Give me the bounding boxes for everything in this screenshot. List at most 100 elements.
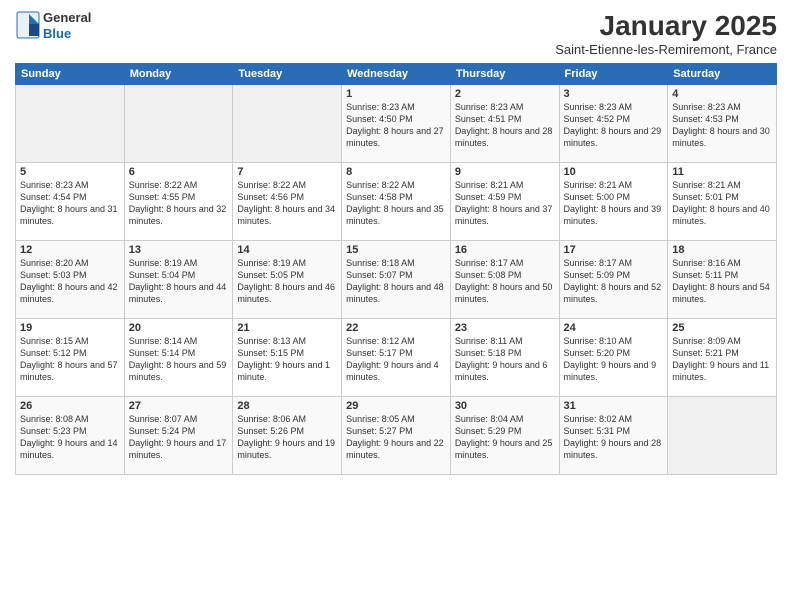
weekday-header-friday: Friday xyxy=(559,64,668,85)
day-number: 31 xyxy=(564,400,664,412)
day-number: 29 xyxy=(346,400,446,412)
calendar-cell: 5Sunrise: 8:23 AMSunset: 4:54 PMDaylight… xyxy=(16,163,125,241)
calendar-cell: 20Sunrise: 8:14 AMSunset: 5:14 PMDayligh… xyxy=(124,319,233,397)
calendar-week-1: 1Sunrise: 8:23 AMSunset: 4:50 PMDaylight… xyxy=(16,85,777,163)
day-info: Sunrise: 8:09 AMSunset: 5:21 PMDaylight:… xyxy=(672,335,772,384)
day-number: 14 xyxy=(237,244,337,256)
day-info: Sunrise: 8:21 AMSunset: 5:01 PMDaylight:… xyxy=(672,179,772,228)
calendar-cell: 13Sunrise: 8:19 AMSunset: 5:04 PMDayligh… xyxy=(124,241,233,319)
calendar-cell: 23Sunrise: 8:11 AMSunset: 5:18 PMDayligh… xyxy=(450,319,559,397)
calendar-cell: 19Sunrise: 8:15 AMSunset: 5:12 PMDayligh… xyxy=(16,319,125,397)
calendar-cell: 15Sunrise: 8:18 AMSunset: 5:07 PMDayligh… xyxy=(342,241,451,319)
day-number: 26 xyxy=(20,400,120,412)
location-title: Saint-Etienne-les-Remiremont, France xyxy=(555,42,777,57)
day-number: 6 xyxy=(129,166,229,178)
day-info: Sunrise: 8:19 AMSunset: 5:04 PMDaylight:… xyxy=(129,257,229,306)
calendar-cell: 28Sunrise: 8:06 AMSunset: 5:26 PMDayligh… xyxy=(233,397,342,475)
calendar-header-row: SundayMondayTuesdayWednesdayThursdayFrid… xyxy=(16,64,777,85)
calendar-cell: 4Sunrise: 8:23 AMSunset: 4:53 PMDaylight… xyxy=(668,85,777,163)
day-number: 18 xyxy=(672,244,772,256)
day-info: Sunrise: 8:21 AMSunset: 5:00 PMDaylight:… xyxy=(564,179,664,228)
day-number: 15 xyxy=(346,244,446,256)
calendar-cell: 8Sunrise: 8:22 AMSunset: 4:58 PMDaylight… xyxy=(342,163,451,241)
weekday-header-wednesday: Wednesday xyxy=(342,64,451,85)
calendar-week-5: 26Sunrise: 8:08 AMSunset: 5:23 PMDayligh… xyxy=(16,397,777,475)
calendar-cell: 11Sunrise: 8:21 AMSunset: 5:01 PMDayligh… xyxy=(668,163,777,241)
day-number: 27 xyxy=(129,400,229,412)
day-number: 28 xyxy=(237,400,337,412)
calendar-cell: 24Sunrise: 8:10 AMSunset: 5:20 PMDayligh… xyxy=(559,319,668,397)
calendar-cell: 14Sunrise: 8:19 AMSunset: 5:05 PMDayligh… xyxy=(233,241,342,319)
calendar-cell xyxy=(124,85,233,163)
day-number: 1 xyxy=(346,88,446,100)
month-title: January 2025 xyxy=(555,10,777,42)
calendar-cell: 12Sunrise: 8:20 AMSunset: 5:03 PMDayligh… xyxy=(16,241,125,319)
calendar-cell: 30Sunrise: 8:04 AMSunset: 5:29 PMDayligh… xyxy=(450,397,559,475)
day-info: Sunrise: 8:07 AMSunset: 5:24 PMDaylight:… xyxy=(129,413,229,462)
day-number: 23 xyxy=(455,322,555,334)
calendar-table: SundayMondayTuesdayWednesdayThursdayFrid… xyxy=(15,63,777,475)
calendar-cell: 1Sunrise: 8:23 AMSunset: 4:50 PMDaylight… xyxy=(342,85,451,163)
title-block: January 2025 Saint-Etienne-les-Remiremon… xyxy=(555,10,777,57)
calendar-cell: 2Sunrise: 8:23 AMSunset: 4:51 PMDaylight… xyxy=(450,85,559,163)
day-number: 22 xyxy=(346,322,446,334)
day-info: Sunrise: 8:02 AMSunset: 5:31 PMDaylight:… xyxy=(564,413,664,462)
day-info: Sunrise: 8:12 AMSunset: 5:17 PMDaylight:… xyxy=(346,335,446,384)
day-number: 3 xyxy=(564,88,664,100)
calendar-week-2: 5Sunrise: 8:23 AMSunset: 4:54 PMDaylight… xyxy=(16,163,777,241)
day-number: 24 xyxy=(564,322,664,334)
day-info: Sunrise: 8:04 AMSunset: 5:29 PMDaylight:… xyxy=(455,413,555,462)
day-info: Sunrise: 8:23 AMSunset: 4:52 PMDaylight:… xyxy=(564,101,664,150)
day-info: Sunrise: 8:17 AMSunset: 5:08 PMDaylight:… xyxy=(455,257,555,306)
weekday-header-thursday: Thursday xyxy=(450,64,559,85)
day-info: Sunrise: 8:14 AMSunset: 5:14 PMDaylight:… xyxy=(129,335,229,384)
calendar-cell: 18Sunrise: 8:16 AMSunset: 5:11 PMDayligh… xyxy=(668,241,777,319)
day-info: Sunrise: 8:22 AMSunset: 4:56 PMDaylight:… xyxy=(237,179,337,228)
calendar-cell: 16Sunrise: 8:17 AMSunset: 5:08 PMDayligh… xyxy=(450,241,559,319)
weekday-header-sunday: Sunday xyxy=(16,64,125,85)
calendar-cell: 27Sunrise: 8:07 AMSunset: 5:24 PMDayligh… xyxy=(124,397,233,475)
day-info: Sunrise: 8:23 AMSunset: 4:50 PMDaylight:… xyxy=(346,101,446,150)
day-info: Sunrise: 8:22 AMSunset: 4:55 PMDaylight:… xyxy=(129,179,229,228)
day-info: Sunrise: 8:13 AMSunset: 5:15 PMDaylight:… xyxy=(237,335,337,384)
day-info: Sunrise: 8:08 AMSunset: 5:23 PMDaylight:… xyxy=(20,413,120,462)
calendar-cell: 9Sunrise: 8:21 AMSunset: 4:59 PMDaylight… xyxy=(450,163,559,241)
weekday-header-tuesday: Tuesday xyxy=(233,64,342,85)
calendar-week-3: 12Sunrise: 8:20 AMSunset: 5:03 PMDayligh… xyxy=(16,241,777,319)
day-number: 5 xyxy=(20,166,120,178)
calendar-cell: 31Sunrise: 8:02 AMSunset: 5:31 PMDayligh… xyxy=(559,397,668,475)
page: General Blue January 2025 Saint-Etienne-… xyxy=(0,0,792,612)
day-info: Sunrise: 8:21 AMSunset: 4:59 PMDaylight:… xyxy=(455,179,555,228)
day-info: Sunrise: 8:18 AMSunset: 5:07 PMDaylight:… xyxy=(346,257,446,306)
calendar-cell: 26Sunrise: 8:08 AMSunset: 5:23 PMDayligh… xyxy=(16,397,125,475)
calendar-cell: 29Sunrise: 8:05 AMSunset: 5:27 PMDayligh… xyxy=(342,397,451,475)
day-number: 25 xyxy=(672,322,772,334)
calendar-cell xyxy=(16,85,125,163)
day-info: Sunrise: 8:06 AMSunset: 5:26 PMDaylight:… xyxy=(237,413,337,462)
calendar-cell: 6Sunrise: 8:22 AMSunset: 4:55 PMDaylight… xyxy=(124,163,233,241)
day-info: Sunrise: 8:22 AMSunset: 4:58 PMDaylight:… xyxy=(346,179,446,228)
day-number: 12 xyxy=(20,244,120,256)
day-info: Sunrise: 8:23 AMSunset: 4:54 PMDaylight:… xyxy=(20,179,120,228)
day-number: 30 xyxy=(455,400,555,412)
calendar-cell: 17Sunrise: 8:17 AMSunset: 5:09 PMDayligh… xyxy=(559,241,668,319)
day-number: 11 xyxy=(672,166,772,178)
calendar-cell: 22Sunrise: 8:12 AMSunset: 5:17 PMDayligh… xyxy=(342,319,451,397)
day-number: 19 xyxy=(20,322,120,334)
day-number: 13 xyxy=(129,244,229,256)
calendar-cell: 25Sunrise: 8:09 AMSunset: 5:21 PMDayligh… xyxy=(668,319,777,397)
calendar-cell: 21Sunrise: 8:13 AMSunset: 5:15 PMDayligh… xyxy=(233,319,342,397)
day-number: 21 xyxy=(237,322,337,334)
logo-general: General xyxy=(43,10,91,26)
day-info: Sunrise: 8:23 AMSunset: 4:53 PMDaylight:… xyxy=(672,101,772,150)
calendar-cell: 3Sunrise: 8:23 AMSunset: 4:52 PMDaylight… xyxy=(559,85,668,163)
day-number: 9 xyxy=(455,166,555,178)
calendar-cell: 10Sunrise: 8:21 AMSunset: 5:00 PMDayligh… xyxy=(559,163,668,241)
day-info: Sunrise: 8:23 AMSunset: 4:51 PMDaylight:… xyxy=(455,101,555,150)
day-info: Sunrise: 8:15 AMSunset: 5:12 PMDaylight:… xyxy=(20,335,120,384)
day-number: 10 xyxy=(564,166,664,178)
logo-blue: Blue xyxy=(43,26,91,42)
day-info: Sunrise: 8:20 AMSunset: 5:03 PMDaylight:… xyxy=(20,257,120,306)
day-number: 2 xyxy=(455,88,555,100)
calendar-week-4: 19Sunrise: 8:15 AMSunset: 5:12 PMDayligh… xyxy=(16,319,777,397)
